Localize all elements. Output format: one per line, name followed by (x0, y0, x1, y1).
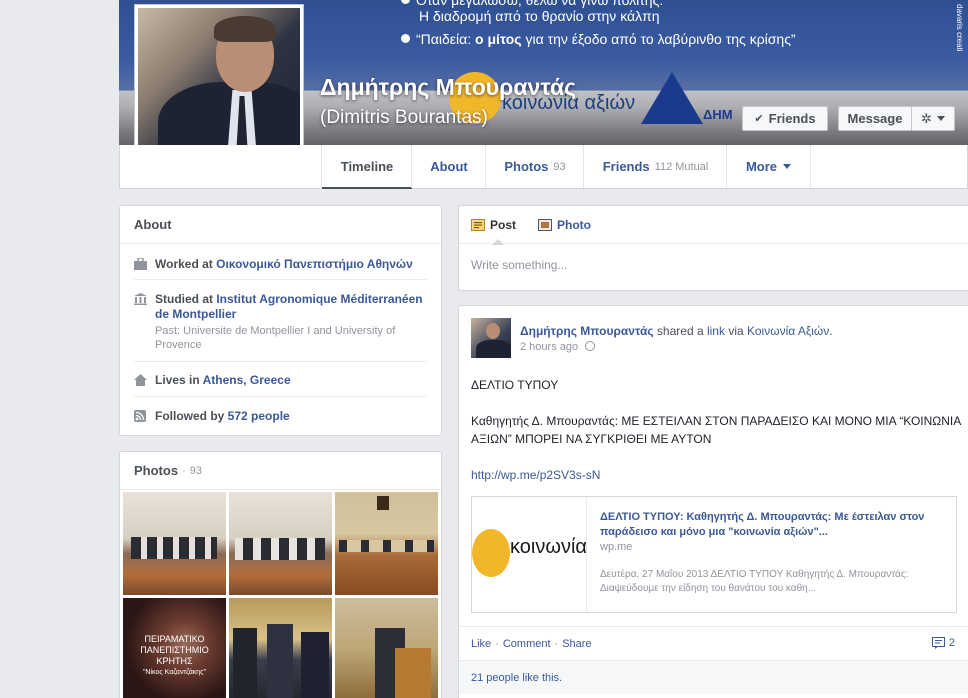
photo-thumbnail[interactable]: ΠΕΙΡΑΜΑΤΙΚΟ ΠΑΝΕΠΙΣΤΗΜΙΟ ΚΡΗΤΗΣ "Νίκος Κ… (123, 598, 226, 698)
briefcase-icon (134, 258, 147, 270)
post-timestamp[interactable]: 2 hours ago (520, 341, 596, 353)
attachment-title[interactable]: ΔΕΛΤΙΟ ΤΥΠΟΥ: Καθηγητής Δ. Μπουραντάς: Μ… (600, 510, 946, 540)
attachment-image: κοινωνία αξιών (472, 497, 587, 612)
post-body: ΔΕΛΤΙΟ ΤΥΠΟΥ Καθηγητής Δ. Μπουραντάς: ΜΕ… (471, 376, 965, 484)
gear-icon: ✲ (921, 110, 932, 126)
likes-summary: 21 people like this. (459, 660, 968, 694)
photos-title[interactable]: Photos · 93 (120, 452, 441, 490)
link-attachment[interactable]: κοινωνία αξιών ΔΕΛΤΙΟ ΤΥΠΟΥ: Καθηγητής Δ… (471, 496, 957, 613)
message-button[interactable]: Message (838, 106, 912, 131)
cover-text-line1: Όταν μεγαλώσω, θέλω να γίνω πολίτης. (401, 0, 663, 8)
comment-button[interactable]: Comment (503, 638, 551, 650)
cover-credit: davaris creati (955, 4, 964, 52)
composer-card: Post Photo Write something... (458, 205, 968, 291)
photo-thumbnail[interactable] (123, 492, 226, 595)
tab-about[interactable]: About (411, 145, 486, 188)
profile-alternate-name: (Dimitris Bourantas) (320, 107, 488, 128)
globe-icon (585, 341, 596, 351)
profile-nav: Timeline About Photos 93 Friends 112 Mutua… (119, 145, 968, 189)
like-button[interactable]: Like (471, 638, 491, 650)
composer-tab-photo[interactable]: Photo (538, 206, 591, 244)
photo-icon (538, 218, 553, 231)
photo-thumbnail[interactable] (335, 492, 438, 595)
post-header: Δημήτρης Μπουραντάς shared a link via Κο… (520, 324, 833, 338)
about-study: Studied at Institut Agronomique Méditerr… (134, 292, 427, 352)
post-author-link[interactable]: Δημήτρης Μπουραντάς (520, 324, 654, 338)
attachment-domain: wp.me (600, 541, 633, 553)
tab-friends[interactable]: Friends 112 Mutual (583, 145, 727, 188)
photos-card: Photos · 93 ΠΕΙΡΑΜΑΤΙΚΟ ΠΑΝΕΠΙΣΤΗΜΙΟ ΚΡΗΤΗ… (119, 451, 442, 698)
via-link[interactable]: Κοινωνία Αξιών (747, 324, 829, 338)
lives-link[interactable]: Athens, Greece (203, 373, 291, 387)
post-link-link[interactable]: link (707, 324, 725, 338)
status-input[interactable]: Write something... (459, 244, 968, 286)
photo-thumbnail[interactable] (229, 598, 332, 698)
chevron-down-icon (936, 116, 945, 121)
followers-link[interactable]: 572 people (228, 409, 290, 423)
settings-button[interactable]: ✲ (911, 106, 955, 131)
cover-text-line2: Η διαδρομή από το θρανίο στην κάλπη (419, 8, 660, 24)
photo-thumbnail[interactable] (229, 492, 332, 595)
check-icon: ✔ (754, 113, 764, 125)
chevron-down-icon (783, 164, 792, 169)
composer-tab-post[interactable]: Post (471, 206, 516, 245)
friends-button[interactable]: ✔ Friends (742, 106, 828, 131)
avatar[interactable] (471, 318, 511, 358)
tab-timeline[interactable]: Timeline (321, 145, 412, 189)
tab-more[interactable]: More (726, 145, 811, 188)
photo-thumbnail[interactable] (335, 598, 438, 698)
work-link[interactable]: Οικονομικό Πανεπιστήμιο Αθηνών (216, 257, 413, 271)
comment-count[interactable]: 2 (931, 637, 955, 649)
likes-link[interactable]: 21 people like this. (471, 672, 562, 684)
share-button[interactable]: Share (562, 638, 591, 650)
cover-text-line3: “Παιδεία: ο μίτος για την έξοδο από το λ… (401, 31, 796, 47)
about-work: Worked at Οικονομικό Πανεπιστήμιο Αθηνών (134, 257, 427, 272)
post-url-link[interactable]: http://wp.me/p2SV3s-sN (471, 466, 965, 484)
post-actions: Like · Comment · Share 2 (459, 626, 968, 660)
comment-icon (931, 637, 945, 649)
about-lives: Lives in Athens, Greece (134, 373, 427, 388)
school-icon (134, 293, 147, 305)
about-card: About Worked at Οικονομικό Πανεπιστήμιο … (119, 205, 442, 436)
home-icon (134, 374, 147, 386)
status-icon (471, 218, 485, 231)
profile-name[interactable]: Δημήτρης Μπουραντάς (320, 74, 576, 101)
attachment-description: Δευτέρα, 27 Μαΐου 2013 ΔΕΛΤΙΟ ΤΥΠΟΥ Καθη… (600, 569, 909, 594)
study-past: Past: Universite de Montpellier I and Un… (155, 325, 396, 351)
about-followed: Followed by 572 people (134, 409, 427, 424)
cover-logo2-text: ΔΗΜ (703, 107, 733, 122)
tab-photos[interactable]: Photos 93 (485, 145, 584, 188)
rss-icon (134, 410, 146, 422)
post-card: Δημήτρης Μπουραντάς shared a link via Κο… (458, 305, 968, 698)
about-title[interactable]: About (120, 206, 441, 244)
